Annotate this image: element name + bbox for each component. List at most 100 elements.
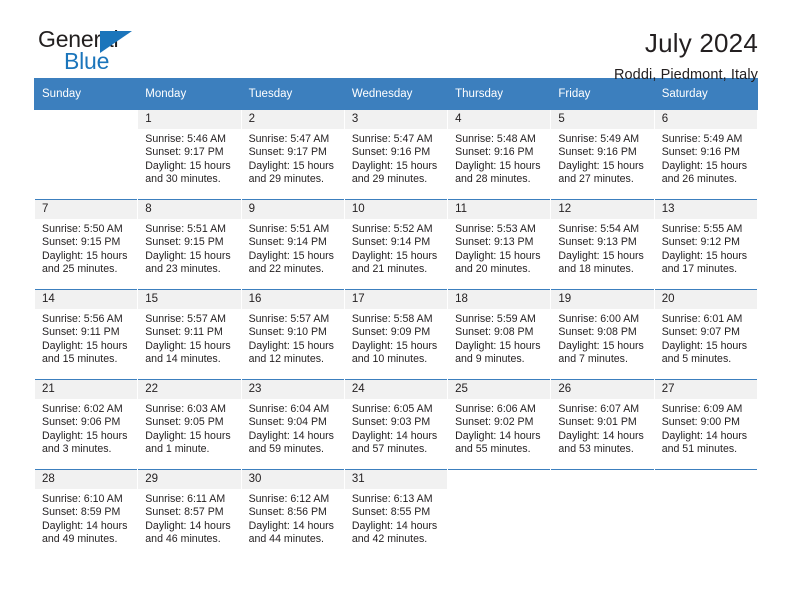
day-details: Sunrise: 6:11 AM Sunset: 8:57 PM Daylight:…: [138, 489, 240, 547]
day-detail-daylight-line1: Daylight: 15 hours: [248, 249, 334, 262]
day-number: 10: [344, 200, 448, 219]
day-detail-daylight-line1: Daylight: 15 hours: [661, 159, 748, 172]
day-detail-daylight-line2: and 12 minutes.: [248, 353, 324, 366]
day-detail-daylight-line2: and 30 minutes.: [145, 173, 221, 186]
calendar-day-cell[interactable]: 19 Sunrise: 6:00 AM Sunset: 9:08 PM Dayligh…: [550, 289, 655, 380]
day-detail-daylight-line1: Daylight: 15 hours: [455, 249, 541, 262]
day-detail-sunset: Sunset: 9:06 PM: [42, 416, 121, 429]
day-detail-daylight-line2: and 28 minutes.: [455, 173, 531, 186]
day-details: Sunrise: 5:46 AM Sunset: 9:17 PM Daylight:…: [138, 129, 240, 187]
day-detail-daylight-line2: and 18 minutes.: [558, 263, 634, 276]
day-detail-daylight-line2: and 7 minutes.: [558, 353, 628, 366]
calendar-day-cell[interactable]: 12 Sunrise: 5:54 AM Sunset: 9:13 PM Dayligh…: [550, 199, 655, 290]
day-cell-content: 31 Sunrise: 6:13 AM Sunset: 8:55 PM Dayligh…: [344, 470, 448, 559]
day-number: 5: [551, 110, 654, 129]
day-number: 30: [241, 470, 344, 489]
calendar-day-cell[interactable]: 15 Sunrise: 5:57 AM Sunset: 9:11 PM Dayligh…: [137, 289, 242, 380]
calendar-day-cell[interactable]: 13 Sunrise: 5:55 AM Sunset: 9:12 PM Dayligh…: [653, 199, 759, 290]
calendar-day-cell[interactable]: 20 Sunrise: 6:01 AM Sunset: 9:07 PM Dayligh…: [653, 289, 759, 380]
calendar-day-cell[interactable]: 3 Sunrise: 5:47 AM Sunset: 9:16 PM Daylight…: [343, 109, 449, 200]
day-cell-content: 27 Sunrise: 6:09 AM Sunset: 9:00 PM Dayligh…: [654, 380, 757, 469]
day-details: Sunrise: 5:49 AM Sunset: 9:16 PM Daylight:…: [655, 129, 757, 187]
calendar-day-cell[interactable]: 6 Sunrise: 5:49 AM Sunset: 9:16 PM Daylight…: [653, 109, 759, 200]
day-details: Sunrise: 6:00 AM Sunset: 9:08 PM Daylight:…: [551, 309, 653, 367]
calendar-day-cell[interactable]: 5 Sunrise: 5:49 AM Sunset: 9:16 PM Daylight…: [550, 109, 655, 200]
day-details: Sunrise: 5:57 AM Sunset: 9:11 PM Daylight:…: [138, 309, 240, 367]
day-cell-content: 16 Sunrise: 5:57 AM Sunset: 9:10 PM Dayligh…: [241, 290, 344, 379]
calendar-day-cell[interactable]: 16 Sunrise: 5:57 AM Sunset: 9:10 PM Dayligh…: [240, 289, 345, 380]
logo-word-blue: Blue: [64, 48, 110, 74]
day-detail-sunset: Sunset: 9:15 PM: [145, 236, 224, 249]
day-detail-daylight-line2: and 27 minutes.: [558, 173, 634, 186]
day-detail-sunset: Sunset: 9:12 PM: [661, 236, 741, 249]
calendar-day-cell[interactable]: 22 Sunrise: 6:03 AM Sunset: 9:05 PM Dayligh…: [137, 379, 242, 470]
day-detail-daylight-line1: Daylight: 14 hours: [558, 429, 644, 442]
calendar-day-cell[interactable]: 2 Sunrise: 5:47 AM Sunset: 9:17 PM Daylight…: [240, 109, 345, 200]
day-cell-content: 30 Sunrise: 6:12 AM Sunset: 8:56 PM Dayligh…: [241, 470, 344, 559]
day-detail-sunset: Sunset: 9:13 PM: [558, 236, 637, 249]
calendar-day-cell[interactable]: 7 Sunrise: 5:50 AM Sunset: 9:15 PM Daylight…: [33, 199, 139, 290]
day-detail-sunrise: Sunrise: 6:05 AM: [351, 403, 433, 415]
day-detail-sunrise: Sunrise: 5:58 AM: [351, 313, 433, 325]
day-cell-content: 9 Sunrise: 5:51 AM Sunset: 9:14 PM Daylight…: [241, 200, 344, 289]
calendar-day-cell[interactable]: 9 Sunrise: 5:51 AM Sunset: 9:14 PM Daylight…: [240, 199, 345, 290]
calendar-day-cell[interactable]: 28 Sunrise: 6:10 AM Sunset: 8:59 PM Dayligh…: [33, 469, 139, 559]
calendar-day-cell[interactable]: 18 Sunrise: 5:59 AM Sunset: 9:08 PM Dayligh…: [447, 289, 552, 380]
day-number: 14: [35, 290, 138, 309]
day-number: 16: [241, 290, 344, 309]
day-details: Sunrise: 5:47 AM Sunset: 9:17 PM Daylight:…: [242, 129, 344, 187]
day-number: 20: [654, 290, 757, 309]
calendar-table: Sunday Monday Tuesday Wednesday Thursday…: [33, 78, 759, 559]
day-cell-content: 8 Sunrise: 5:51 AM Sunset: 9:15 PM Daylight…: [138, 200, 241, 289]
calendar-header-row: Sunday Monday Tuesday Wednesday Thursday…: [33, 78, 759, 110]
day-detail-sunset: Sunset: 9:13 PM: [455, 236, 534, 249]
calendar-day-cell[interactable]: 14 Sunrise: 5:56 AM Sunset: 9:11 PM Dayligh…: [33, 289, 139, 380]
calendar-day-cell[interactable]: 8 Sunrise: 5:51 AM Sunset: 9:15 PM Daylight…: [137, 199, 242, 290]
day-number: [35, 110, 138, 129]
calendar-day-cell[interactable]: 10 Sunrise: 5:52 AM Sunset: 9:14 PM Dayligh…: [343, 199, 449, 290]
calendar-day-cell[interactable]: 31 Sunrise: 6:13 AM Sunset: 8:55 PM Dayligh…: [343, 469, 449, 559]
day-detail-sunrise: Sunrise: 5:46 AM: [145, 133, 226, 145]
calendar-day-cell[interactable]: 24 Sunrise: 6:05 AM Sunset: 9:03 PM Dayligh…: [343, 379, 449, 470]
calendar-day-cell[interactable]: 27 Sunrise: 6:09 AM Sunset: 9:00 PM Dayligh…: [653, 379, 759, 470]
day-detail-sunrise: Sunrise: 6:13 AM: [351, 493, 433, 505]
day-detail-sunset: Sunset: 9:10 PM: [248, 326, 327, 339]
calendar-day-cell[interactable]: 30 Sunrise: 6:12 AM Sunset: 8:56 PM Dayligh…: [240, 469, 345, 559]
day-detail-daylight-line2: and 29 minutes.: [351, 173, 428, 186]
day-detail-sunrise: Sunrise: 6:01 AM: [661, 313, 743, 325]
calendar-day-cell[interactable]: 17 Sunrise: 5:58 AM Sunset: 9:09 PM Dayligh…: [343, 289, 449, 380]
day-detail-sunset: Sunset: 8:57 PM: [145, 506, 224, 519]
calendar-day-cell-empty: [653, 469, 759, 559]
calendar-day-cell[interactable]: 4 Sunrise: 5:48 AM Sunset: 9:16 PM Daylight…: [447, 109, 552, 200]
day-cell-content: 10 Sunrise: 5:52 AM Sunset: 9:14 PM Dayligh…: [344, 200, 448, 289]
day-details: Sunrise: 5:57 AM Sunset: 9:10 PM Daylight:…: [242, 309, 344, 367]
calendar-day-cell[interactable]: 1 Sunrise: 5:46 AM Sunset: 9:17 PM Daylight…: [137, 109, 242, 200]
day-detail-daylight-line1: Daylight: 15 hours: [558, 249, 644, 262]
calendar-day-cell[interactable]: 11 Sunrise: 5:53 AM Sunset: 9:13 PM Dayligh…: [447, 199, 552, 290]
day-detail-sunrise: Sunrise: 5:57 AM: [145, 313, 226, 325]
day-detail-daylight-line2: and 17 minutes.: [661, 263, 738, 276]
calendar-day-cell[interactable]: 25 Sunrise: 6:06 AM Sunset: 9:02 PM Dayligh…: [447, 379, 552, 470]
day-number: 19: [551, 290, 654, 309]
day-detail-daylight-line1: Daylight: 15 hours: [42, 339, 128, 352]
calendar-day-cell[interactable]: 29 Sunrise: 6:11 AM Sunset: 8:57 PM Dayligh…: [137, 469, 242, 559]
calendar-day-cell[interactable]: 23 Sunrise: 6:04 AM Sunset: 9:04 PM Dayligh…: [240, 379, 345, 470]
day-detail-daylight-line1: Daylight: 15 hours: [351, 159, 438, 172]
day-number: 7: [35, 200, 138, 219]
day-detail-sunset: Sunset: 9:15 PM: [42, 236, 121, 249]
general-blue-logo[interactable]: General Blue: [34, 28, 158, 78]
day-detail-sunset: Sunset: 9:08 PM: [455, 326, 534, 339]
day-detail-sunrise: Sunrise: 5:55 AM: [661, 223, 743, 235]
day-detail-sunrise: Sunrise: 6:10 AM: [42, 493, 123, 505]
calendar-day-cell[interactable]: 26 Sunrise: 6:07 AM Sunset: 9:01 PM Dayligh…: [550, 379, 655, 470]
day-number: [654, 470, 757, 489]
calendar-day-cell[interactable]: 21 Sunrise: 6:02 AM Sunset: 9:06 PM Dayligh…: [33, 379, 139, 470]
day-detail-sunrise: Sunrise: 5:49 AM: [558, 133, 640, 145]
day-detail-daylight-line1: Daylight: 15 hours: [661, 249, 748, 262]
day-detail-daylight-line1: Daylight: 14 hours: [248, 519, 334, 532]
title-block: July 2024 Roddi, Piedmont, Italy: [614, 28, 758, 83]
day-detail-daylight-line2: and 21 minutes.: [351, 263, 428, 276]
day-detail-sunrise: Sunrise: 6:06 AM: [455, 403, 536, 415]
day-detail-sunrise: Sunrise: 5:50 AM: [42, 223, 123, 235]
day-detail-sunset: Sunset: 9:04 PM: [248, 416, 327, 429]
